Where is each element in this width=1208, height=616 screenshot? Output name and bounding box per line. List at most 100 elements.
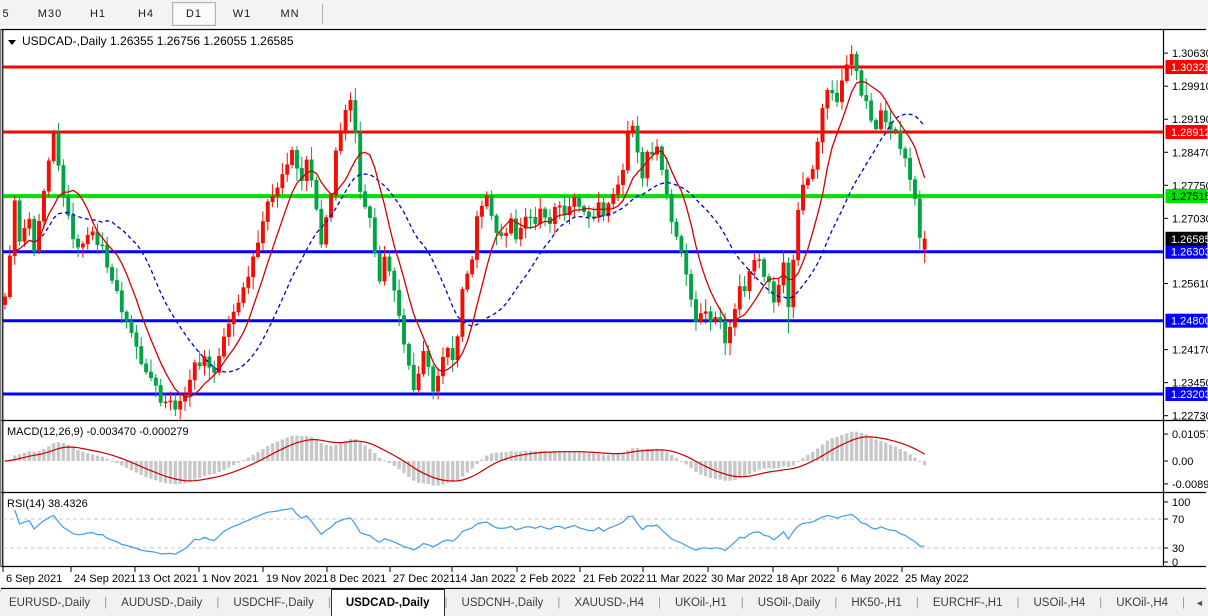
candle-body: [461, 289, 464, 336]
tab-usdcad-daily[interactable]: USDCAD-,Daily: [331, 589, 445, 616]
candle-body: [845, 65, 848, 81]
date-tick-label: 14 Jan 2022: [455, 573, 516, 585]
macd-histogram-bar: [461, 461, 464, 476]
candle-body: [539, 209, 542, 224]
timeframe-button-H1[interactable]: H1: [76, 2, 120, 26]
level-badge-1.23203-text: 1.23203: [1171, 389, 1208, 401]
timeframe-button-M30[interactable]: M30: [28, 2, 72, 26]
macd-histogram-bar: [509, 451, 512, 461]
candle-body: [222, 337, 225, 357]
macd-histogram-bar: [845, 433, 848, 461]
tab-eurchf-h1[interactable]: EURCHF-,H1: [919, 589, 1017, 616]
macd-histogram-bar: [159, 461, 162, 482]
price-tick-label: 1.28470: [1172, 147, 1208, 159]
candle-body: [441, 357, 444, 376]
macd-histogram-bar: [918, 461, 921, 462]
tab-usdcnh-daily[interactable]: USDCNH-,Daily: [448, 589, 558, 616]
candle-body: [183, 394, 186, 401]
macd-histogram-bar: [743, 461, 746, 476]
candle-body: [13, 201, 16, 256]
macd-histogram-bar: [801, 458, 804, 461]
macd-histogram-bar: [470, 461, 473, 469]
candle-body: [816, 142, 819, 169]
candle-body: [777, 285, 780, 302]
tab-eurusd-daily[interactable]: EURUSD-,Daily: [0, 589, 104, 616]
macd-histogram-bar: [553, 451, 556, 461]
tabs-scroll-left-icon[interactable]: ◄: [1195, 598, 1204, 608]
rsi-scale-label: 100: [1172, 497, 1190, 509]
candle-body: [76, 239, 79, 247]
candle-body: [310, 160, 313, 180]
candle-body: [57, 134, 60, 166]
price-tick-label: 1.29910: [1172, 81, 1208, 93]
timeframe-button-H4[interactable]: H4: [124, 2, 168, 26]
macd-histogram-bar: [612, 454, 615, 461]
candle-body: [563, 206, 566, 215]
chart-title: USDCAD-,Daily 1.26355 1.26756 1.26055 1.…: [8, 34, 294, 48]
macd-histogram-bar: [256, 452, 259, 461]
candle-body: [743, 286, 746, 290]
candle-body: [543, 209, 546, 218]
macd-histogram-bar: [52, 443, 55, 461]
macd-histogram-bar: [320, 443, 323, 461]
macd-histogram-bar: [32, 452, 35, 461]
chart-area[interactable]: USDCAD-,Daily 1.26355 1.26756 1.26055 1.…: [0, 27, 1208, 589]
candle-body: [227, 324, 230, 337]
macd-histogram-bar: [115, 461, 118, 463]
timeframe-button-MN[interactable]: MN: [268, 2, 312, 26]
macd-histogram-bar: [105, 459, 108, 461]
candle-body: [159, 385, 162, 402]
candle-body: [436, 376, 439, 391]
candle-body: [704, 312, 707, 314]
candle-body: [558, 206, 561, 207]
macd-histogram-bar: [631, 448, 634, 461]
candle-body: [865, 95, 868, 100]
candle-body: [714, 317, 717, 321]
macd-histogram-bar: [188, 461, 191, 482]
macd-histogram-bar: [748, 461, 751, 474]
candle-body: [286, 165, 289, 175]
macd-histogram-bar: [227, 461, 230, 468]
macd-histogram-bar: [110, 461, 113, 462]
candle-body: [363, 192, 366, 207]
tab-usoil-daily[interactable]: USOil-,Daily: [744, 589, 835, 616]
macd-histogram-bar: [680, 461, 683, 462]
macd-histogram-bar: [456, 461, 459, 480]
candle-body: [480, 206, 483, 216]
macd-histogram-bar: [904, 451, 907, 461]
toolbar-separator: [322, 4, 323, 24]
macd-histogram-bar: [480, 459, 483, 461]
timeframe-button-W1[interactable]: W1: [220, 2, 264, 26]
candle-body: [908, 158, 911, 179]
tab-xauusd-h4[interactable]: XAUUSD-,H4: [560, 589, 658, 616]
candle-body: [373, 218, 376, 254]
trading-terminal: 5M30H1H4D1W1MN USDCAD-,Daily 1.26355 1.2…: [0, 0, 1208, 616]
tab-usoil-h4[interactable]: USOil-,H4: [1020, 589, 1100, 616]
candle-body: [835, 93, 838, 102]
macd-histogram-bar: [865, 435, 868, 461]
tab-hk50-h1[interactable]: HK50-,H1: [837, 589, 916, 616]
candle-body: [315, 180, 318, 209]
candle-body: [47, 161, 50, 191]
macd-histogram-bar: [592, 454, 595, 461]
tab-usdchf-daily[interactable]: USDCHF-,Daily: [219, 589, 328, 616]
tab-ukoil-h4[interactable]: UKOil-,H4: [1102, 589, 1182, 616]
timeframe-button-D1[interactable]: D1: [172, 2, 216, 26]
timeframe-button-5[interactable]: 5: [0, 2, 24, 26]
tab-audusd-daily[interactable]: AUDUSD-,Daily: [107, 589, 216, 616]
macd-histogram-bar: [281, 439, 284, 461]
tab-ukoil-h1[interactable]: UKOil-,H1: [661, 589, 741, 616]
macd-histogram-bar: [62, 443, 65, 461]
candle-body: [534, 217, 537, 224]
macd-histogram-bar: [315, 439, 318, 461]
macd-histogram-bar: [81, 452, 84, 461]
candle-body: [719, 317, 722, 321]
candle-body: [689, 274, 692, 299]
macd-histogram-bar: [378, 458, 381, 461]
macd-histogram-bar: [519, 451, 522, 461]
macd-histogram-bar: [466, 461, 469, 473]
macd-histogram-bar: [587, 453, 590, 461]
candle-body: [412, 365, 415, 390]
macd-histogram-bar: [616, 454, 619, 461]
current-price-badge-text: 1.26585: [1171, 234, 1208, 246]
